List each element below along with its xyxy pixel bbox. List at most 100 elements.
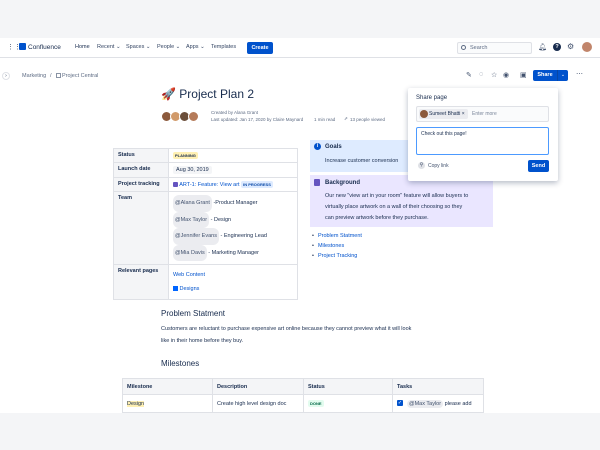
milestones-table: Milestone Description Status Tasks Desig… <box>122 378 484 413</box>
tracking-status-badge: IN PROGRESS <box>241 181 273 188</box>
views-icon: ⇗ <box>344 116 348 121</box>
team-label: Team <box>113 191 169 265</box>
share-message-field[interactable]: Check out this page! <box>416 127 549 155</box>
background-title: Background <box>325 180 361 186</box>
user-mention[interactable]: @Alana Grant <box>173 195 212 212</box>
breadcrumb-space[interactable]: Marketing <box>22 73 46 79</box>
goals-title: Goals <box>325 144 342 150</box>
info-icon: i <box>314 143 321 150</box>
table-row: Status PLANNING <box>113 148 298 163</box>
sidebar-expand-icon[interactable]: › <box>2 72 10 80</box>
table-of-contents: Problem Statment Milestones Project Trac… <box>312 231 362 261</box>
search-input[interactable]: Search <box>457 42 532 54</box>
link-icon: ⚲ <box>418 162 425 169</box>
user-mention[interactable]: @Max Taylor <box>173 211 210 228</box>
star-icon[interactable]: ☆ <box>491 71 497 79</box>
table-row: Relevant pages Web Content Designs <box>113 264 298 300</box>
task-checkbox[interactable]: ✓ <box>397 400 403 407</box>
team-member: @Max Taylor - Design <box>173 211 293 228</box>
watch-icon[interactable]: ◉ <box>503 71 509 79</box>
toc-item: Project Tracking <box>312 251 362 261</box>
table-row: Project tracking ART-1: Feature: View ar… <box>113 177 298 192</box>
page-icon <box>56 73 61 78</box>
restrictions-icon[interactable]: ▣ <box>520 71 527 79</box>
nav-recent[interactable]: Recent ⌄ <box>97 44 121 50</box>
toc-item: Problem Statment <box>312 231 362 241</box>
team-member: @Alana Grant -Product Manager <box>173 195 293 212</box>
relevant-page-link[interactable]: Web Content <box>173 268 293 282</box>
breadcrumb-page[interactable]: Project Central <box>62 73 98 79</box>
user-mention[interactable]: @Max Taylor <box>407 399 444 408</box>
note-icon <box>314 179 320 186</box>
nav-apps[interactable]: Apps ⌄ <box>186 44 205 50</box>
share-dropdown-icon[interactable]: ⌄ <box>557 70 568 81</box>
tracking-label: Project tracking <box>113 177 169 192</box>
bottom-band <box>0 413 600 450</box>
background-line: virtually place artwork on a wall of the… <box>325 204 463 210</box>
launch-date[interactable]: Aug 30, 2019 <box>173 166 212 174</box>
edit-icon[interactable]: ✎ <box>466 71 472 79</box>
nav-people[interactable]: People ⌄ <box>157 44 180 50</box>
recipient-avatar <box>420 110 428 118</box>
share-dialog-title: Share page <box>416 95 448 101</box>
team-member: @Jennifer Evans - Engineering Lead <box>173 228 293 245</box>
app-name[interactable]: Confluence <box>28 44 61 51</box>
page-icon <box>173 286 178 292</box>
page-properties-table: Status PLANNING Launch date Aug 30, 2019… <box>113 148 298 300</box>
page-title: 🚀 Project Plan 2 <box>161 87 255 101</box>
jira-issue-icon <box>173 182 178 188</box>
created-by: Created by Alana Grant <box>211 110 259 115</box>
tracking-link[interactable]: ART-1: Feature: View art <box>179 182 239 188</box>
milestone-description: Create high level design doc <box>212 394 304 413</box>
top-band <box>0 0 600 38</box>
table-row: Launch date Aug 30, 2019 <box>113 162 298 178</box>
user-avatar[interactable] <box>582 42 592 52</box>
search-icon <box>461 45 466 50</box>
views-count[interactable]: 13 people viewed <box>350 117 385 122</box>
team-member: @Mia Davis - Marketing Manager <box>173 244 293 261</box>
column-header: Milestone <box>122 378 213 395</box>
help-icon[interactable]: ? <box>553 43 561 51</box>
problem-text: Customers are reluctant to purchase expe… <box>161 326 412 332</box>
table-row: Team @Alana Grant -Product Manager @Max … <box>113 191 298 265</box>
nav-home[interactable]: Home <box>75 44 90 50</box>
send-button[interactable]: Send <box>528 160 549 172</box>
rocket-icon: 🚀 <box>161 87 176 101</box>
toc-item: Milestones <box>312 241 362 251</box>
nav-templates[interactable]: Templates <box>211 44 236 50</box>
status-badge: PLANNING <box>173 152 198 159</box>
copy-link-button[interactable]: Copy link <box>428 163 449 169</box>
relevant-page-link[interactable]: Designs <box>180 286 200 292</box>
relevant-pages-label: Relevant pages <box>113 264 169 300</box>
settings-icon[interactable]: ⚙ <box>567 42 574 51</box>
problem-text: like in their home before they buy. <box>161 338 244 344</box>
column-header: Tasks <box>392 378 484 395</box>
column-header: Description <box>212 378 304 395</box>
last-updated: Last updated: Jan 17, 2020 by Claire May… <box>211 117 304 122</box>
share-button[interactable]: Share <box>533 70 557 81</box>
table-header-row: Milestone Description Status Tasks <box>122 378 484 395</box>
milestone-status-badge: DONE <box>308 400 324 407</box>
user-mention[interactable]: @Mia Davis <box>173 244 207 261</box>
column-header: Status <box>303 378 393 395</box>
read-time: 1 min read <box>314 117 336 122</box>
user-mention[interactable]: @Jennifer Evans <box>173 228 219 245</box>
create-button[interactable]: Create <box>247 42 273 54</box>
milestones-heading: Milestones <box>161 359 200 368</box>
status-label: Status <box>113 148 169 163</box>
enter-more-placeholder: Enter more <box>472 111 497 117</box>
confluence-logo-icon[interactable] <box>19 43 26 50</box>
milestone-name: Design <box>127 400 145 407</box>
avatar[interactable] <box>188 111 199 122</box>
comment-icon[interactable]: ◌ <box>479 71 483 78</box>
problem-heading: Problem Statment <box>161 309 226 318</box>
notifications-icon[interactable]: 🔔︎ <box>538 43 547 51</box>
nav-spaces[interactable]: Spaces ⌄ <box>126 44 151 50</box>
more-actions-icon[interactable]: ⋯ <box>576 70 583 78</box>
background-line: Our new "view art in your room" feature … <box>325 193 469 199</box>
launch-label: Launch date <box>113 162 169 178</box>
breadcrumb-separator: / <box>50 73 52 79</box>
remove-recipient-icon[interactable]: × <box>462 111 465 117</box>
goals-text: Increase customer conversion <box>325 158 399 164</box>
background-line: can preview artwork before they purchase… <box>325 215 429 221</box>
